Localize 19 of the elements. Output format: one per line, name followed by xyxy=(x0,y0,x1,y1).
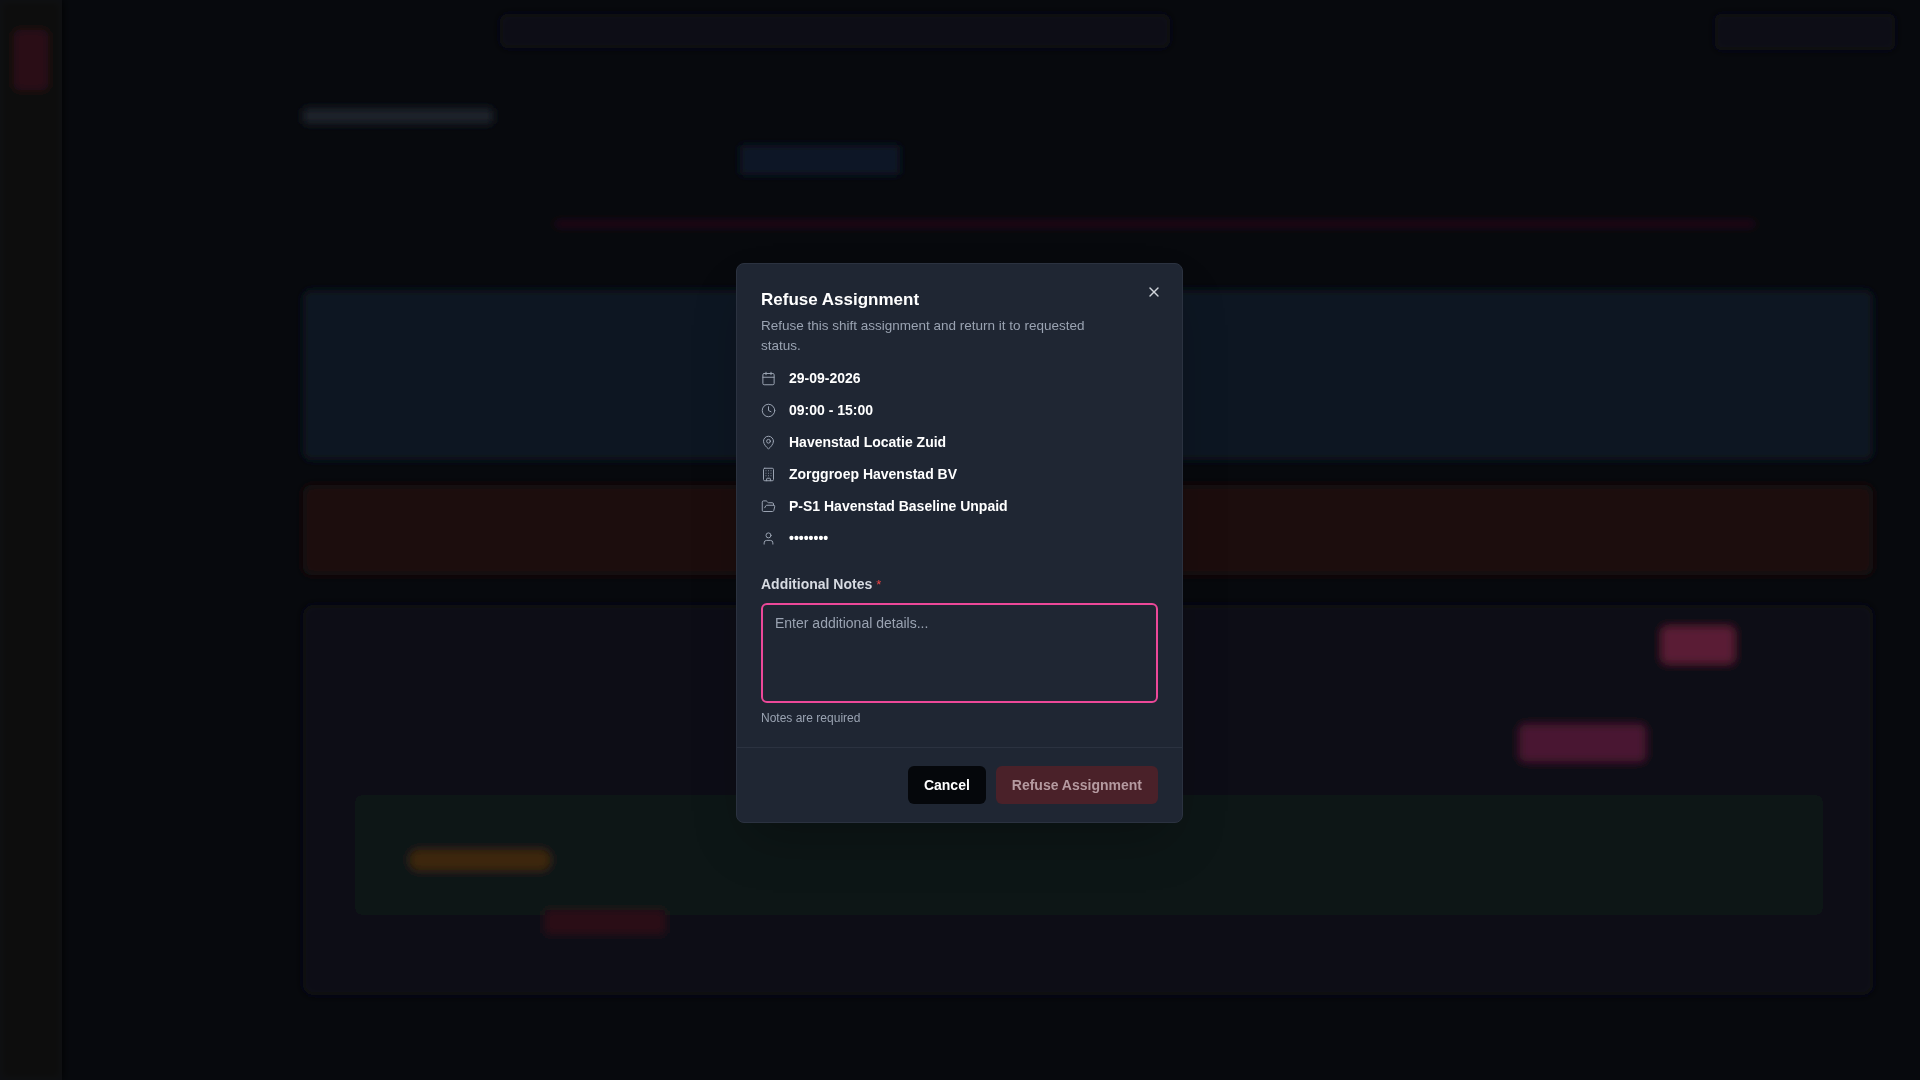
field-label: Additional Notes xyxy=(761,575,873,594)
dialog-description: Refuse this shift assignment and return it to requested status. xyxy=(761,317,1086,355)
notes-field[interactable]: Enter additional details... xyxy=(761,603,1158,703)
dialog-title: Refuse Assignment xyxy=(761,289,920,311)
calendar-icon xyxy=(761,370,776,386)
detail-text: Havenstad Locatie Zuid xyxy=(789,432,947,452)
clock-icon xyxy=(761,402,776,418)
error-message: Notes are required xyxy=(761,710,862,727)
detail-text: Zorggroep Havenstad BV xyxy=(789,464,958,484)
detail-text: P-S1 Havenstad Baseline Unpaid xyxy=(789,496,1008,516)
map-pin-icon xyxy=(761,434,776,450)
required-mark: * xyxy=(876,578,882,591)
detail-text: 09:00 - 15:00 xyxy=(789,400,874,420)
cancel-button[interactable]: Cancel xyxy=(907,766,986,804)
folder-icon xyxy=(761,498,776,514)
detail-text: 29-09-2026 xyxy=(789,368,861,388)
person-icon xyxy=(761,530,776,546)
building-icon xyxy=(761,466,776,482)
detail-text: •••••••• xyxy=(789,528,829,548)
